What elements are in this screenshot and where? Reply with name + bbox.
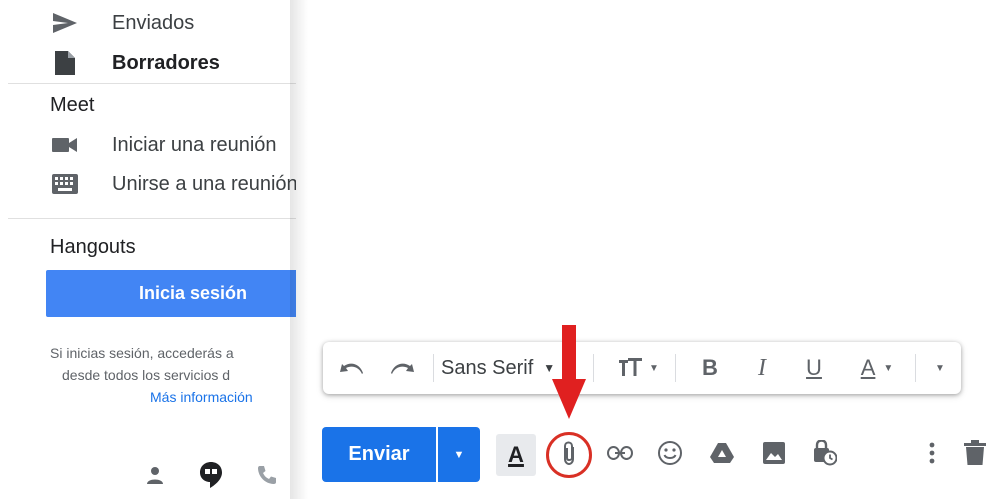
toolbar-separator [593, 354, 594, 382]
phone-icon[interactable] [252, 460, 282, 490]
font-select-value: Sans Serif [441, 356, 534, 379]
chevron-down-icon: ▼ [453, 448, 465, 461]
hangouts-section-title: Hangouts [50, 236, 136, 258]
more-options-icon [929, 442, 935, 469]
sidebar-item-label: Unirse a una reunión [112, 172, 296, 195]
toolbar-separator [915, 354, 916, 382]
send-icon [50, 10, 80, 36]
send-options-button[interactable]: ▼ [438, 427, 480, 482]
undo-icon[interactable] [335, 342, 369, 394]
insert-emoji-icon [657, 440, 683, 471]
sidebar-item-label: Enviados [112, 11, 195, 34]
insert-photo-icon [763, 441, 785, 469]
hint-text: Si inicias sesión, accederás a [50, 345, 234, 361]
redo-icon[interactable] [385, 342, 419, 394]
toolbar-separator [433, 354, 434, 382]
more-info-link[interactable]: Más información [150, 386, 253, 408]
person-icon[interactable] [140, 460, 170, 490]
toolbar-separator [675, 354, 676, 382]
draft-icon [50, 50, 80, 76]
divider [8, 218, 296, 219]
confidential-mode-icon [813, 438, 838, 471]
text-color-letter: A [860, 355, 876, 380]
delete-button[interactable] [962, 432, 988, 478]
sidebar-item-label: Iniciar una reunión [112, 133, 277, 156]
insert-link-icon [607, 445, 633, 465]
underline-icon[interactable]: U [799, 342, 829, 394]
insert-photo-button[interactable] [757, 432, 791, 478]
insert-emoji-button[interactable] [653, 432, 687, 478]
divider [8, 83, 296, 84]
insert-link-button[interactable] [603, 432, 637, 478]
formatting-options-button[interactable]: A [496, 434, 536, 476]
send-button[interactable]: Enviar [322, 427, 436, 482]
italic-icon[interactable]: I [747, 342, 777, 394]
highlight-arrow [552, 325, 586, 426]
sidebar-bottom-bar [140, 455, 296, 495]
bold-icon[interactable]: B [695, 342, 725, 394]
signin-button[interactable]: Inicia sesión [46, 270, 296, 317]
sidebar-item-label: Borradores [112, 51, 220, 74]
more-options-button[interactable] [920, 432, 944, 478]
formatting-options-icon: A [508, 442, 524, 467]
text-color-icon[interactable]: A ▼ [849, 342, 905, 394]
highlight-circle [546, 432, 592, 478]
meet-section-title: Meet [50, 94, 95, 116]
hint-text: desde todos los servicios d [62, 367, 231, 383]
sidebar-shadow [290, 0, 308, 499]
sidebar: Enviados Borradores Meet Iniciar una reu… [0, 0, 296, 499]
confidential-mode-button[interactable] [808, 432, 842, 478]
more-formatting-icon[interactable]: ▼ [925, 342, 955, 394]
chevron-down-icon: ▼ [649, 362, 659, 374]
video-camera-icon [50, 132, 80, 158]
chevron-down-icon: ▼ [883, 362, 894, 374]
hangouts-icon[interactable] [196, 460, 226, 490]
delete-icon [964, 439, 986, 471]
text-size-icon[interactable]: ▼ [611, 342, 667, 394]
formatting-toolbar: Sans Serif ▼ ▼ B I U A ▼ ▼ [323, 342, 961, 394]
google-drive-button[interactable] [705, 432, 739, 478]
keyboard-icon [50, 171, 80, 197]
google-drive-icon [710, 442, 734, 469]
